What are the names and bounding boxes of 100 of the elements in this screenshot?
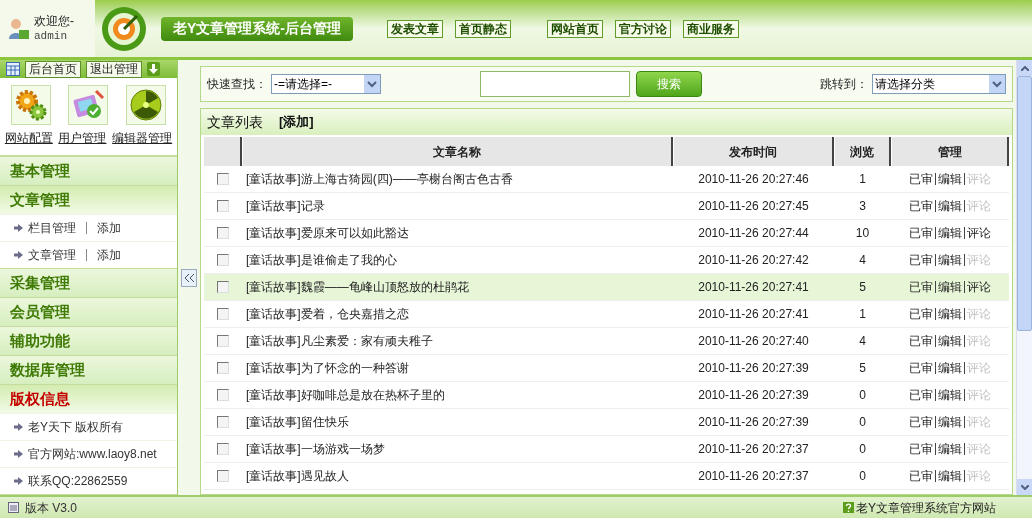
sidebar-section-header[interactable]: 版权信息 (0, 385, 177, 413)
action-link[interactable]: 编辑 (938, 224, 962, 242)
add-link[interactable]: [添加] (279, 112, 314, 132)
row-checkbox[interactable] (217, 173, 229, 185)
view-count: 4 (858, 333, 867, 350)
view-count: 0 (858, 468, 867, 485)
row-checkbox[interactable] (217, 335, 229, 347)
sidebar-link[interactable]: 栏目管理 (28, 219, 76, 237)
publish-time: 2010-11-26 20:27:45 (697, 198, 810, 215)
action-link[interactable]: 编辑 (938, 386, 962, 404)
scrollbar[interactable] (1016, 60, 1032, 495)
view-count: 0 (858, 414, 867, 431)
sidebar-top-button[interactable]: 后台首页 (25, 60, 81, 78)
article-title[interactable]: [童话故事]记录 (242, 197, 673, 215)
user-icon (8, 16, 30, 41)
sidebar-section-header[interactable]: 基本管理 (0, 157, 177, 185)
search-field[interactable] (480, 71, 630, 97)
nav-button[interactable]: 发表文章 (387, 19, 443, 38)
article-title[interactable]: [童话故事]凡尘素爱：家有顽夫稚子 (242, 332, 673, 350)
article-title[interactable]: [童话故事]遇见故人 (242, 467, 673, 485)
action-link[interactable]: 已审 (909, 224, 933, 242)
radiation-ball-icon[interactable] (128, 87, 165, 123)
jump-label: 跳转到： (820, 76, 868, 93)
sidebar-section-header[interactable]: 文章管理 (0, 186, 177, 214)
view-count: 5 (858, 279, 867, 296)
action-link[interactable]: 已审 (909, 305, 933, 323)
sidebar-section-header[interactable]: 会员管理 (0, 298, 177, 326)
down-arrow-icon[interactable] (147, 62, 160, 76)
article-title[interactable]: [童话故事]留住快乐 (242, 413, 673, 431)
sidebar-section-header[interactable]: 采集管理 (0, 269, 177, 297)
action-link[interactable]: 已审 (909, 197, 933, 215)
dropdown-icon (989, 75, 1005, 93)
action-link[interactable]: 编辑 (938, 467, 962, 485)
column-header: 发布时间 (673, 137, 834, 166)
nav-button[interactable]: 首页静态 (455, 19, 511, 38)
action-link[interactable]: 编辑 (938, 332, 962, 350)
shortcut-link[interactable]: 网站配置 (4, 129, 53, 147)
jump-select[interactable]: 请选择分类 (872, 74, 1006, 94)
publish-time: 2010-11-26 20:27:42 (697, 252, 810, 269)
arrow-icon (14, 423, 23, 431)
action-link[interactable]: 编辑 (938, 197, 962, 215)
action-link[interactable]: 编辑 (938, 305, 962, 323)
add-link[interactable]: 添加 (97, 219, 121, 237)
row-checkbox[interactable] (217, 443, 229, 455)
action-link[interactable]: 已审 (909, 413, 933, 431)
view-count: 4 (858, 252, 867, 269)
publish-time: 2010-11-26 20:27:37 (697, 468, 810, 485)
row-checkbox[interactable] (217, 254, 229, 266)
row-checkbox[interactable] (217, 416, 229, 428)
column-header: 浏览 (834, 137, 891, 166)
nav-button[interactable]: 官方讨论 (615, 19, 671, 38)
action-link[interactable]: 已审 (909, 359, 933, 377)
article-title[interactable]: [童话故事]游上海古猗园(四)——亭榭台阁古色古香 (242, 170, 673, 188)
action-link[interactable]: 已审 (909, 386, 933, 404)
collapse-button[interactable] (181, 268, 197, 287)
official-site-link[interactable]: 老Y文章管理系统官方网站 (856, 498, 996, 517)
add-link[interactable]: 添加 (97, 246, 121, 264)
arrow-icon (14, 477, 23, 485)
action-link[interactable]: 已审 (909, 278, 933, 296)
row-checkbox[interactable] (217, 470, 229, 482)
nav-button[interactable]: 商业服务 (683, 19, 739, 38)
document-icon (8, 502, 19, 513)
action-link[interactable]: 编辑 (938, 278, 962, 296)
row-checkbox[interactable] (217, 362, 229, 374)
action-link[interactable]: 已审 (909, 170, 933, 188)
publish-time: 2010-11-26 20:27:39 (697, 387, 810, 404)
action-link[interactable]: 编辑 (938, 251, 962, 269)
shortcut-link[interactable]: 用户管理 (58, 129, 107, 147)
action-link[interactable]: 编辑 (938, 413, 962, 431)
view-count: 10 (854, 225, 871, 242)
action-link[interactable]: 编辑 (938, 440, 962, 458)
action-link[interactable]: 已审 (909, 467, 933, 485)
logo-icon (101, 5, 147, 52)
action-link[interactable]: 已审 (909, 332, 933, 350)
article-title[interactable]: [童话故事]爱原来可以如此豁达 (242, 224, 673, 242)
row-checkbox[interactable] (217, 281, 229, 293)
article-title[interactable]: [童话故事]是谁偷走了我的心 (242, 251, 673, 269)
action-link[interactable]: 评论 (967, 224, 991, 242)
article-title[interactable]: [童话故事]一场游戏一场梦 (242, 440, 673, 458)
action-link[interactable]: 已审 (909, 251, 933, 269)
action-link[interactable]: 编辑 (938, 170, 962, 188)
sidebar-link[interactable]: 文章管理 (28, 246, 76, 264)
article-title[interactable]: [童话故事]魏霞——龟峰山顶怒放的杜鹃花 (242, 278, 673, 296)
action-link[interactable]: 评论 (967, 278, 991, 296)
article-title[interactable]: [童话故事]为了怀念的一种答谢 (242, 359, 673, 377)
sidebar-top-button[interactable]: 退出管理 (86, 60, 142, 78)
row-checkbox[interactable] (217, 200, 229, 212)
row-checkbox[interactable] (217, 389, 229, 401)
nav-button[interactable]: 网站首页 (547, 19, 603, 38)
sidebar-section-header[interactable]: 数据库管理 (0, 356, 177, 384)
row-checkbox[interactable] (217, 227, 229, 239)
row-checkbox[interactable] (217, 308, 229, 320)
view-count: 5 (858, 360, 867, 377)
shortcut-link[interactable]: 编辑器管理 (112, 129, 173, 147)
category-select[interactable]: -=请选择=- (271, 74, 381, 94)
sidebar-section-header[interactable]: 辅助功能 (0, 327, 177, 355)
action-link[interactable]: 已审 (909, 440, 933, 458)
action-link[interactable]: 编辑 (938, 359, 962, 377)
article-title[interactable]: [童话故事]好咖啡总是放在热杯子里的 (242, 386, 673, 404)
article-title[interactable]: [童话故事]爱着，仓央嘉措之恋 (242, 305, 673, 323)
